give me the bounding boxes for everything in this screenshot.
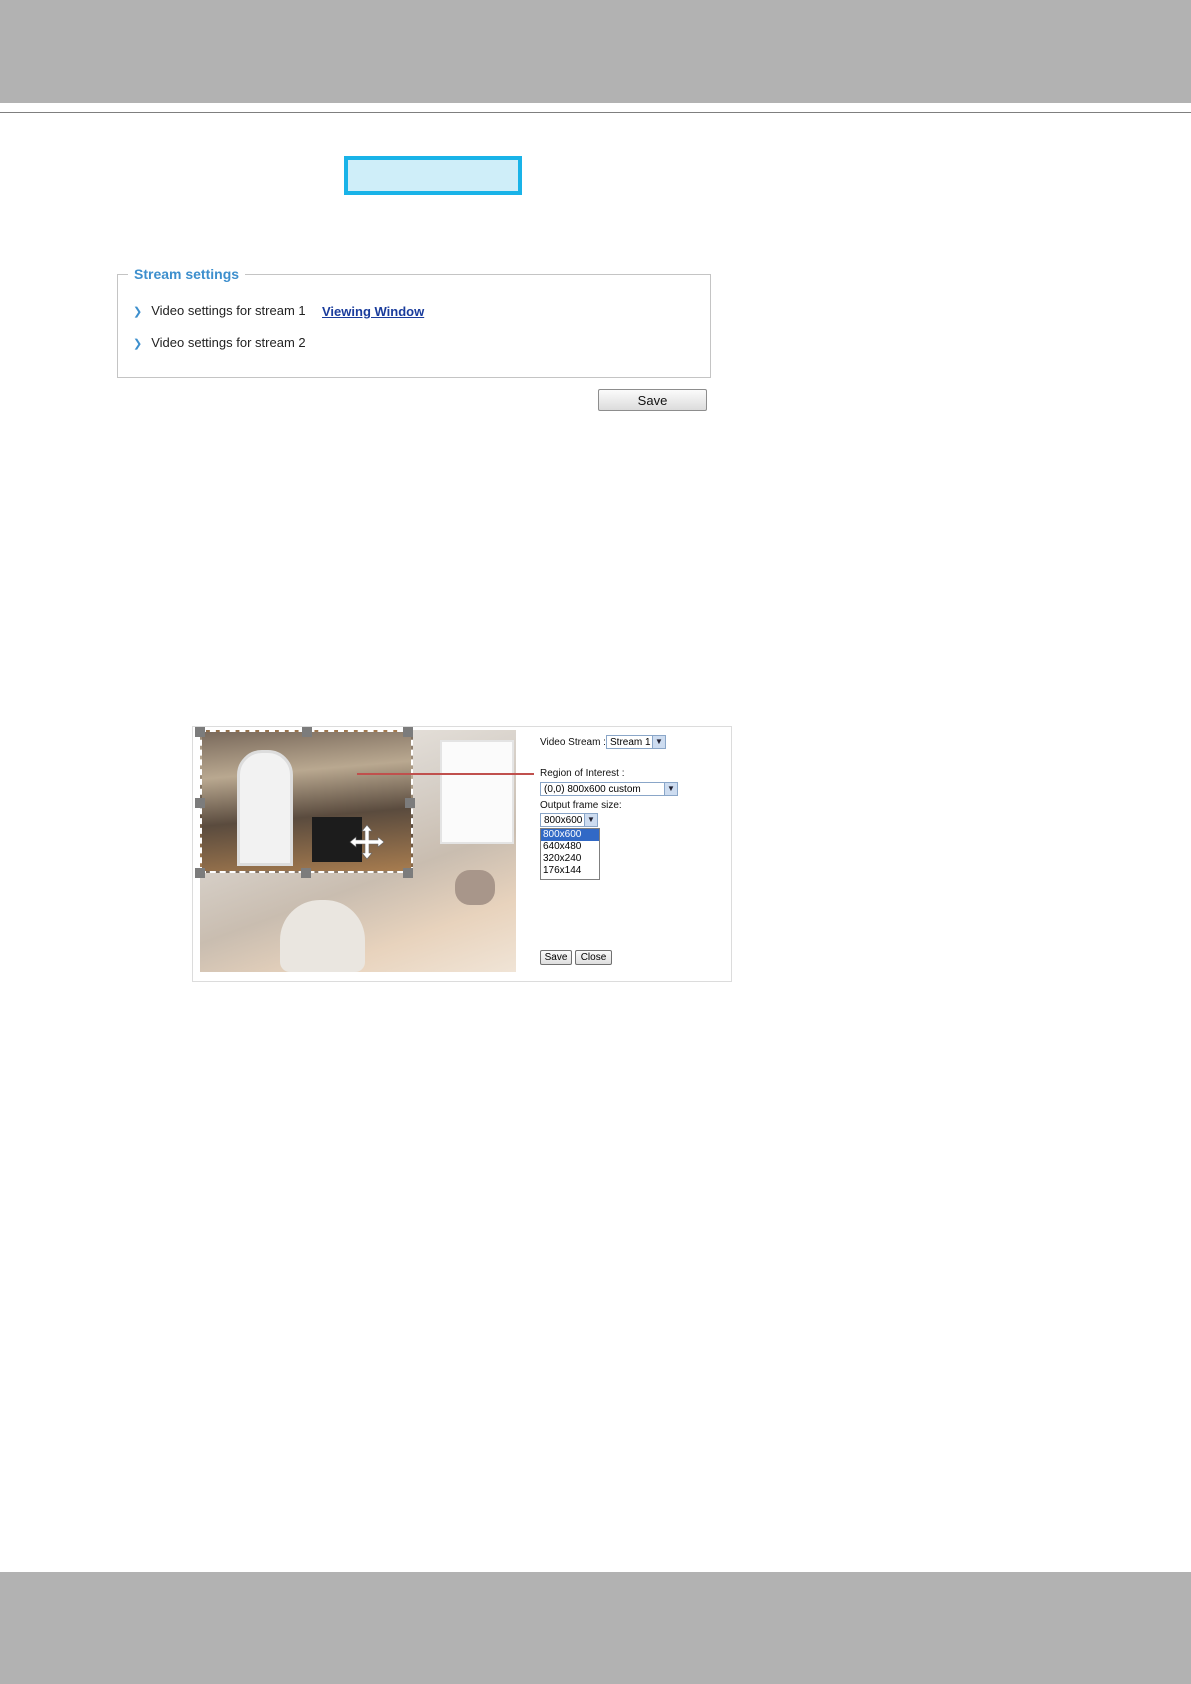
resize-handle-s[interactable] — [301, 868, 311, 878]
output-frame-size-label: Output frame size: — [540, 800, 622, 811]
resize-handle-e[interactable] — [405, 798, 415, 808]
stream-settings-legend: Stream settings — [128, 266, 246, 282]
highlight-title-box — [344, 156, 522, 195]
chevron-down-icon: ▼ — [584, 814, 597, 826]
page-header-band — [0, 0, 1191, 103]
resize-handle-n[interactable] — [302, 727, 312, 737]
chevron-right-icon: ❯ — [133, 338, 143, 350]
resize-handle-w[interactable] — [195, 798, 205, 808]
resize-handle-sw[interactable] — [195, 868, 205, 878]
output-frame-size-options: 800x600 640x480 320x240 176x144 — [540, 828, 600, 880]
option-640x480[interactable]: 640x480 — [541, 841, 599, 853]
option-176x144[interactable]: 176x144 — [541, 865, 599, 877]
option-320x240[interactable]: 320x240 — [541, 853, 599, 865]
chevron-right-icon: ❯ — [133, 306, 143, 318]
setting-row-label: Video settings for stream 1 — [151, 303, 306, 318]
output-frame-size-select[interactable]: 800x600 ▼ — [540, 813, 598, 827]
resize-handle-ne[interactable] — [403, 727, 413, 737]
roi-save-button[interactable]: Save — [540, 950, 572, 965]
region-of-interest-value: (0,0) 800x600 custom — [544, 784, 641, 795]
option-800x600[interactable]: 800x600 — [541, 829, 599, 841]
room-arch-window — [237, 750, 293, 866]
resize-handle-nw[interactable] — [195, 727, 205, 737]
move-icon[interactable] — [349, 824, 385, 860]
page-footer-band — [0, 1572, 1191, 1684]
save-button[interactable]: Save — [598, 389, 707, 411]
video-stream-select[interactable]: Stream 1 ▼ — [606, 735, 666, 749]
stream-settings-fieldset — [117, 274, 711, 378]
output-frame-size-value: 800x600 — [544, 815, 583, 826]
room-window — [440, 740, 514, 844]
region-of-interest-label: Region of Interest : — [540, 768, 625, 779]
video-stream-label: Video Stream : — [540, 737, 606, 748]
setting-row-stream-1[interactable]: ❯ Video settings for stream 1 — [133, 303, 306, 318]
chevron-down-icon: ▼ — [652, 736, 665, 748]
chevron-down-icon: ▼ — [664, 783, 677, 795]
header-divider — [0, 112, 1191, 113]
viewing-window-link[interactable]: Viewing Window — [322, 304, 424, 319]
video-stream-value: Stream 1 — [610, 737, 651, 748]
setting-row-label: Video settings for stream 2 — [151, 335, 306, 350]
roi-close-button[interactable]: Close — [575, 950, 612, 965]
setting-row-stream-2[interactable]: ❯ Video settings for stream 2 — [133, 335, 306, 350]
callout-line — [357, 773, 534, 775]
region-of-interest-select[interactable]: (0,0) 800x600 custom ▼ — [540, 782, 678, 796]
resize-handle-se[interactable] — [403, 868, 413, 878]
room-armchair — [280, 900, 365, 972]
room-chair — [455, 870, 495, 905]
